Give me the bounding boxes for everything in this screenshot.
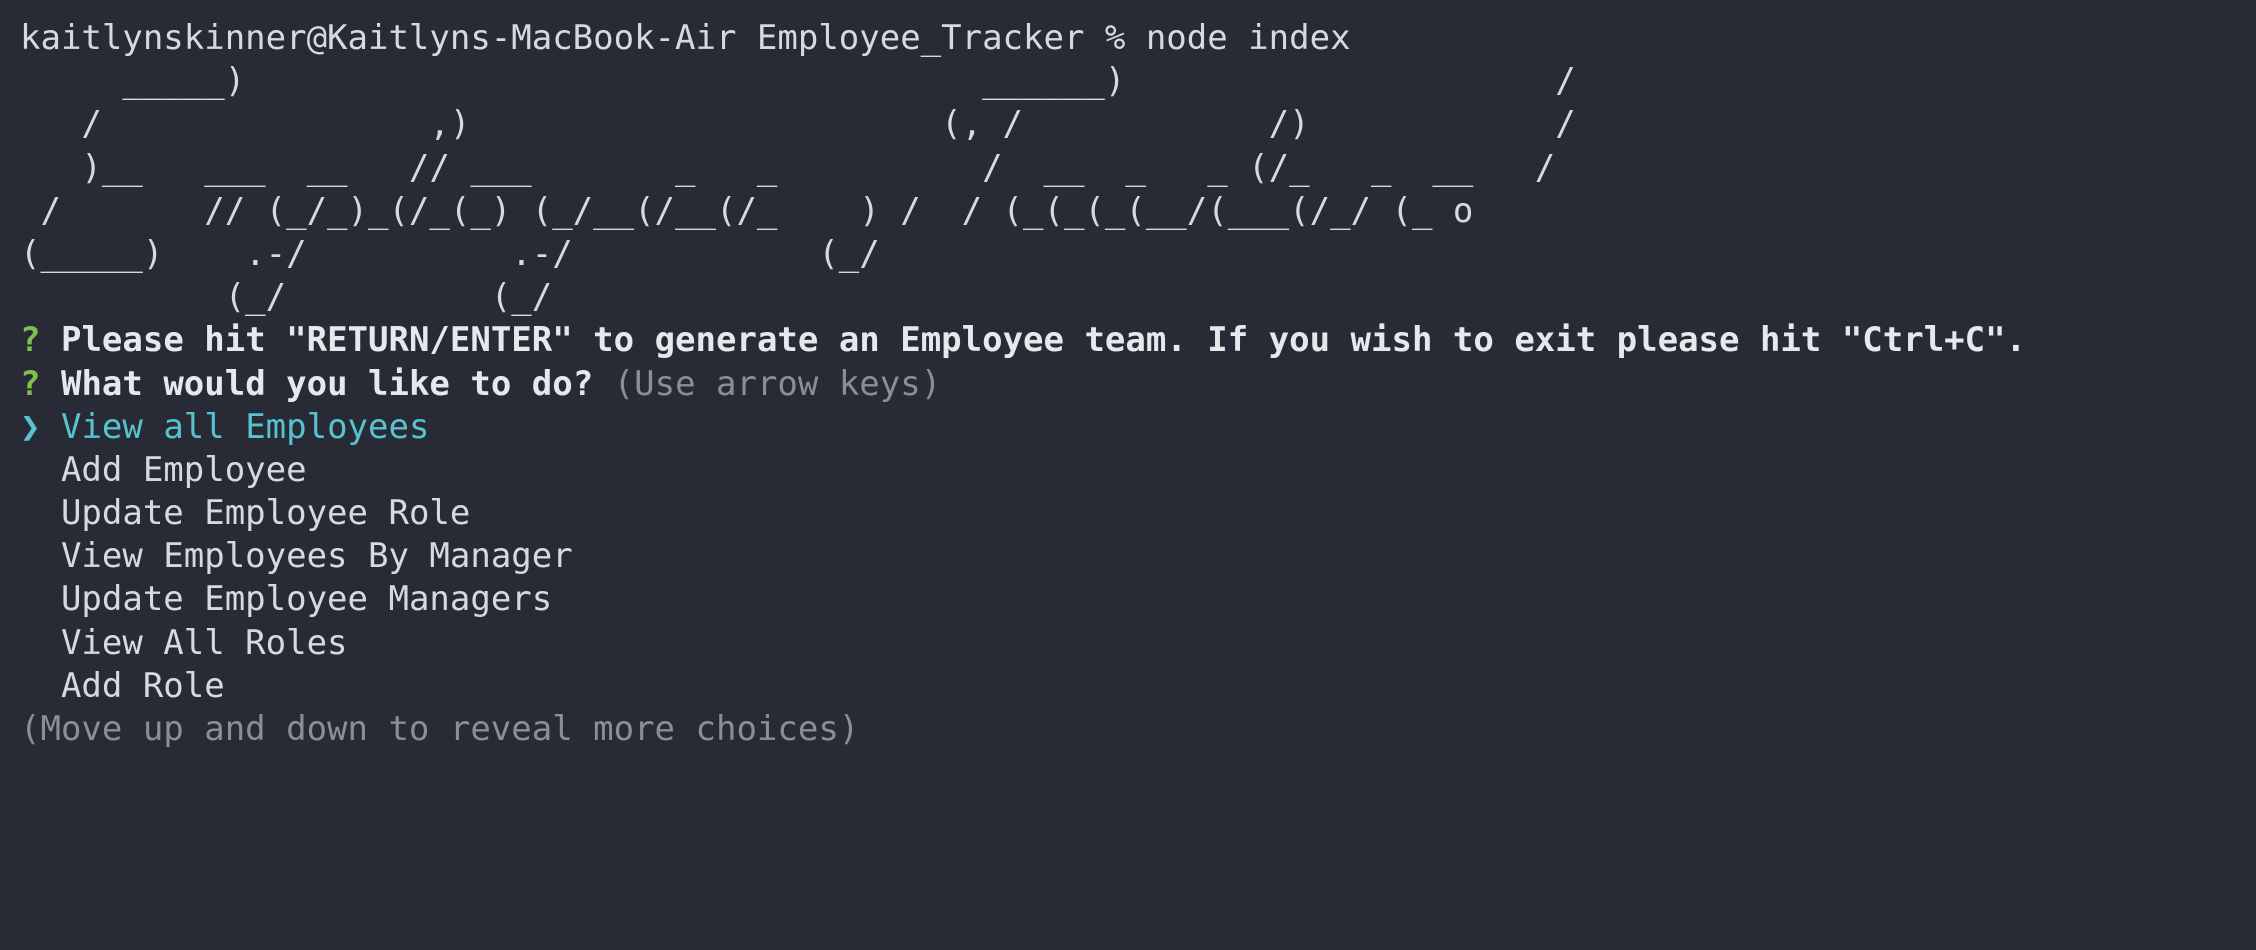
- menu-list[interactable]: ❯ View all Employees Add Employee Update…: [20, 406, 2256, 708]
- menu-item[interactable]: View All Roles: [20, 622, 2256, 665]
- ascii-art-line: (_/ (_/: [20, 277, 553, 318]
- question-1-text: Please hit "RETURN/ENTER" to generate an…: [60, 320, 2027, 361]
- pointer-icon: ❯: [20, 406, 41, 447]
- question-2-text: What would you like to do?: [60, 363, 594, 404]
- menu-item[interactable]: Update Employee Role: [20, 492, 2256, 535]
- footer-hint: (Move up and down to reveal more choices…: [20, 709, 860, 749]
- menu-item[interactable]: View Employees By Manager: [20, 535, 2256, 578]
- question-mark-icon: ?: [20, 363, 41, 404]
- question-mark-icon: ?: [20, 320, 41, 361]
- command-prompt-line: kaitlynskinner@Kaitlyns-MacBook-Air Empl…: [20, 18, 1351, 58]
- menu-item-label: Add Role: [60, 665, 225, 706]
- menu-item-label: View Employees By Manager: [60, 536, 573, 577]
- question-2-line: ? What would you like to do? (Use arrow …: [20, 363, 2256, 406]
- question-1-line: ? Please hit "RETURN/ENTER" to generate …: [20, 319, 2256, 362]
- ascii-art-line: )__ ___ __ // ___ _ _ / __ _ _ (/_ _ __ …: [20, 147, 1556, 188]
- menu-item-label: Add Employee: [60, 449, 307, 490]
- ascii-art-line: / // (_/_)_(/_(_) (_/__(/__(/_ ) / / (_(…: [20, 190, 1474, 231]
- menu-item[interactable]: Add Employee: [20, 449, 2256, 492]
- menu-item-selected[interactable]: ❯ View all Employees: [20, 406, 2256, 449]
- ascii-art-line: / ,) (, / /) /: [20, 104, 1576, 145]
- menu-item[interactable]: Update Employee Managers: [20, 578, 2256, 621]
- ascii-art-banner: _____) ______) / / ,) (, / /) / )__ ___ …: [20, 60, 2256, 319]
- menu-item-label: Update Employee Managers: [60, 579, 553, 620]
- question-2-hint: (Use arrow keys): [613, 363, 942, 404]
- ascii-art-line: _____) ______) /: [20, 61, 1576, 102]
- terminal-window[interactable]: kaitlynskinner@Kaitlyns-MacBook-Air Empl…: [0, 0, 2256, 950]
- menu-item-label: View All Roles: [60, 622, 348, 663]
- menu-item-label: Update Employee Role: [60, 493, 471, 534]
- menu-item[interactable]: Add Role: [20, 665, 2256, 708]
- menu-item-label: View all Employees: [60, 406, 430, 447]
- ascii-art-line: (_____) .-/ .-/ (_/: [20, 233, 880, 274]
